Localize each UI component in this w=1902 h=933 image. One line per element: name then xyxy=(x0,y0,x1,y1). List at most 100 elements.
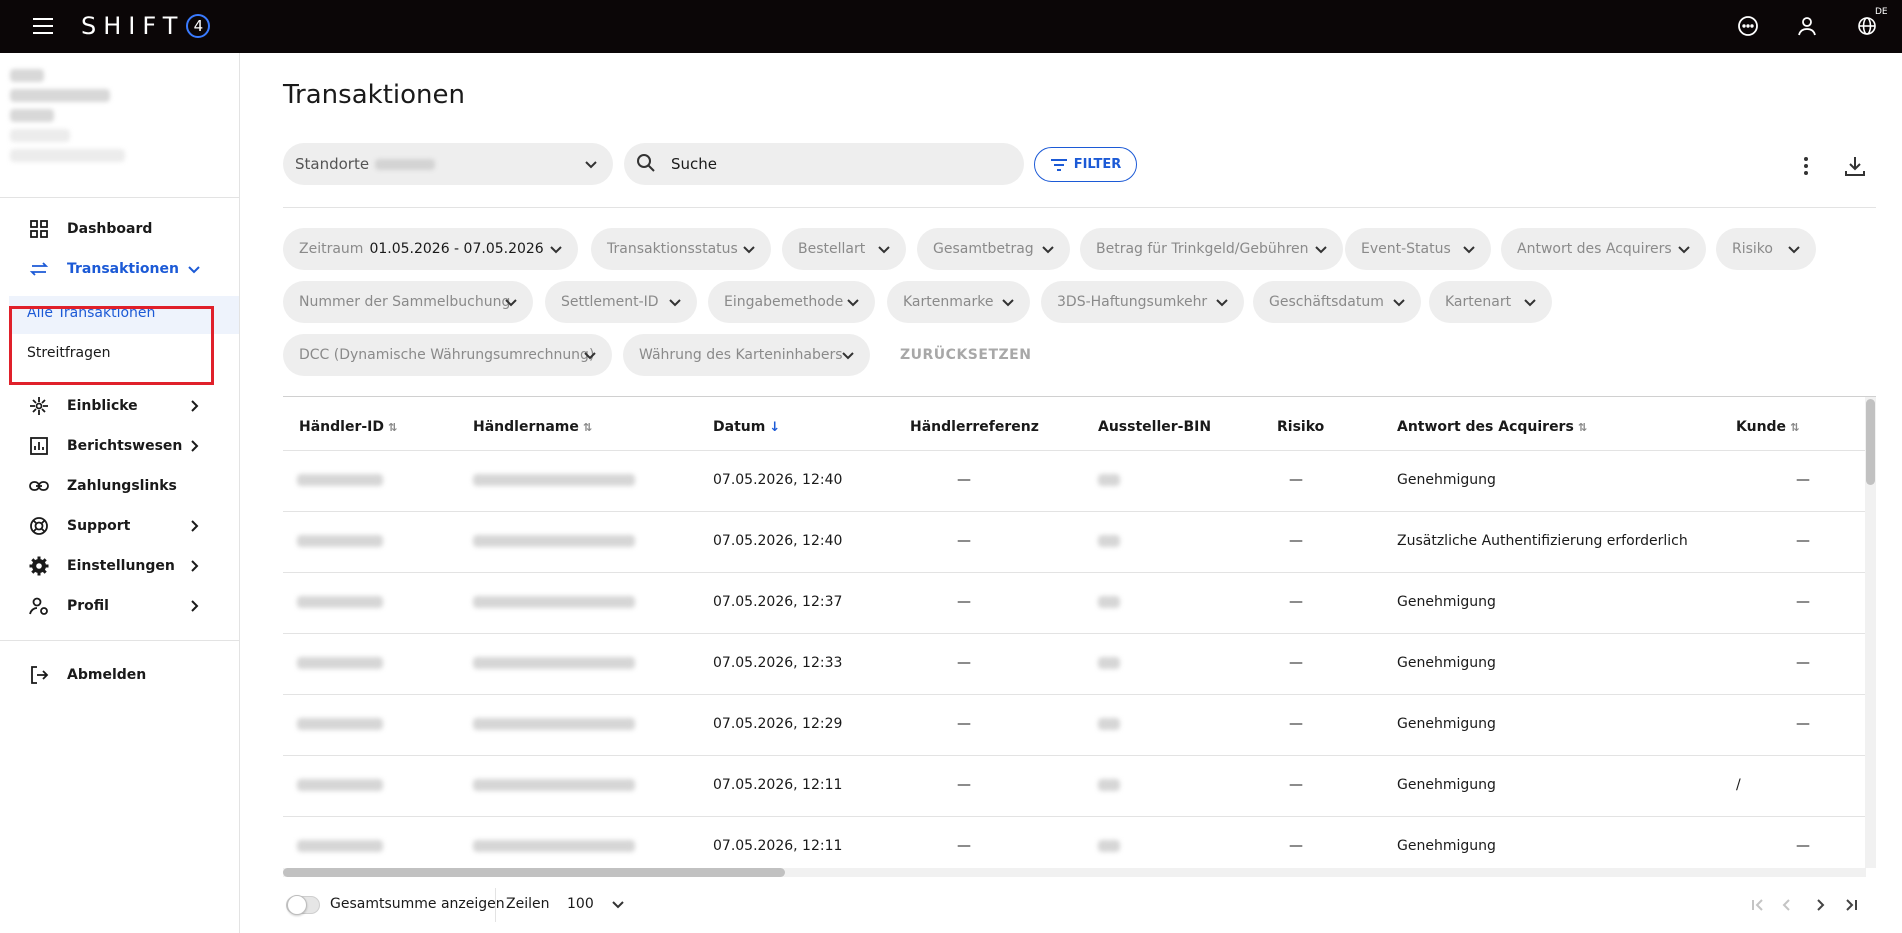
column-header-haendlername[interactable]: Händlername ⇅ xyxy=(473,419,592,435)
logo[interactable]: SHIFT 4 xyxy=(81,12,211,40)
cell-kunde: — xyxy=(1796,655,1810,671)
cell-kunde: / xyxy=(1736,777,1741,793)
scrollbar-thumb[interactable] xyxy=(1866,399,1875,485)
cell-antwort: Genehmigung xyxy=(1397,777,1496,793)
merchant-id-redacted xyxy=(297,657,383,669)
chip-label: Bestellart xyxy=(798,241,866,257)
cell-risiko: — xyxy=(1289,533,1303,549)
menu-icon[interactable] xyxy=(33,18,53,34)
sidebar-item-zahlungslinks[interactable]: Zahlungslinks xyxy=(0,466,240,506)
bin-redacted xyxy=(1098,840,1120,852)
sidebar-item-einstellungen[interactable]: Einstellungen xyxy=(0,546,240,586)
chip-bestellart[interactable]: Bestellart xyxy=(782,228,906,270)
cell-risiko: — xyxy=(1289,472,1303,488)
chip-geschaeftsdatum[interactable]: Geschäftsdatum xyxy=(1253,281,1421,323)
logo-text: SHIFT xyxy=(81,12,185,40)
column-header-antwort-acquirers[interactable]: Antwort des Acquirers ⇅ xyxy=(1397,419,1587,435)
sidebar-item-einblicke[interactable]: Einblicke xyxy=(0,386,240,426)
chip-eingabemethode[interactable]: Eingabemethode xyxy=(708,281,875,323)
next-page-icon[interactable] xyxy=(1811,896,1829,914)
chip-event-status[interactable]: Event-Status xyxy=(1345,228,1491,270)
chevron-down-icon xyxy=(845,294,861,310)
chip-sammelbuchung[interactable]: Nummer der Sammelbuchung xyxy=(283,281,533,323)
globe-icon[interactable] xyxy=(1855,14,1879,38)
search-field[interactable] xyxy=(624,143,1024,185)
divider xyxy=(495,888,496,922)
table-row[interactable]: 07.05.2026, 12:11 — — Genehmigung / xyxy=(283,755,1866,816)
location-select[interactable]: Standorte xyxy=(283,143,613,185)
table-row[interactable]: 07.05.2026, 12:29 — — Genehmigung — xyxy=(283,694,1866,755)
sidebar-item-berichtswesen[interactable]: Berichtswesen xyxy=(0,426,240,466)
chevron-right-icon xyxy=(186,438,202,454)
chevron-right-icon xyxy=(186,518,202,534)
first-page-icon[interactable] xyxy=(1749,896,1767,914)
table-row[interactable]: 07.05.2026, 12:33 — — Genehmigung — xyxy=(283,633,1866,694)
vertical-scrollbar[interactable] xyxy=(1865,397,1876,868)
merchant-name-redacted xyxy=(473,474,635,486)
chip-zeitraum[interactable]: Zeitraum 01.05.2026 - 07.05.2026 xyxy=(283,228,578,270)
chip-label: Settlement-ID xyxy=(561,294,659,310)
table-row[interactable]: 07.05.2026, 12:40 — — Zusätzliche Authen… xyxy=(283,511,1866,572)
search-input[interactable] xyxy=(669,153,999,175)
filter-button[interactable]: FILTER xyxy=(1034,147,1137,182)
chip-antwort-acquirers[interactable]: Antwort des Acquirers xyxy=(1501,228,1706,270)
chevron-down-icon xyxy=(583,156,599,172)
chip-kartenart[interactable]: Kartenart xyxy=(1429,281,1552,323)
sidebar-item-label: Zahlungslinks xyxy=(67,478,177,494)
chip-gesamtbetrag[interactable]: Gesamtbetrag xyxy=(917,228,1070,270)
logo-number: 4 xyxy=(186,14,211,38)
chip-waehrung-karteninhaber[interactable]: Währung des Karteninhabers xyxy=(623,334,870,376)
previous-page-icon[interactable] xyxy=(1778,896,1796,914)
cell-kunde: — xyxy=(1796,594,1810,610)
chat-icon[interactable] xyxy=(1736,14,1760,38)
merchant-id-redacted xyxy=(297,718,383,730)
rows-per-page-select[interactable]: 100 xyxy=(567,896,626,912)
table-row[interactable]: 07.05.2026, 12:40 — — Genehmigung — xyxy=(283,450,1866,511)
chip-label: Kartenmarke xyxy=(903,294,994,310)
column-header-label: Risiko xyxy=(1277,419,1325,435)
column-header-haendlerreferenz[interactable]: Händlerreferenz xyxy=(910,419,1039,435)
transfer-arrows-icon xyxy=(28,258,50,280)
merchant-name-redacted xyxy=(473,596,635,608)
chip-transaktionsstatus[interactable]: Transaktionsstatus xyxy=(591,228,771,270)
column-header-aussteller-bin[interactable]: Aussteller-BIN xyxy=(1098,419,1211,435)
chevron-down-icon xyxy=(1313,241,1329,257)
reset-button[interactable]: ZURÜCKSETZEN xyxy=(900,347,1031,363)
download-icon[interactable] xyxy=(1843,154,1867,178)
last-page-icon[interactable] xyxy=(1842,896,1860,914)
user-icon[interactable] xyxy=(1795,14,1819,38)
cell-datum: 07.05.2026, 12:37 xyxy=(713,594,843,610)
sidebar-item-dashboard[interactable]: Dashboard xyxy=(0,209,240,249)
more-options-icon[interactable] xyxy=(1797,155,1815,177)
sidebar-item-label: Einstellungen xyxy=(67,558,175,574)
column-header-haendler-id[interactable]: Händler-ID ⇅ xyxy=(299,419,397,435)
horizontal-scrollbar[interactable] xyxy=(283,868,1866,877)
sidebar-item-support[interactable]: Support xyxy=(0,506,240,546)
sidebar-item-label: Einblicke xyxy=(67,398,138,414)
link-icon xyxy=(28,475,50,497)
column-header-risiko[interactable]: Risiko xyxy=(1277,419,1324,435)
sidebar-item-transaktionen[interactable]: Transaktionen xyxy=(0,249,240,289)
sidebar-item-profil[interactable]: Profil xyxy=(0,586,240,626)
chevron-down-icon xyxy=(1040,241,1056,257)
column-header-label: Kunde xyxy=(1736,419,1787,435)
page-title: Transaktionen xyxy=(283,80,465,110)
column-header-kunde[interactable]: Kunde ⇅ xyxy=(1736,419,1799,435)
table-row[interactable]: 07.05.2026, 12:37 — — Genehmigung — xyxy=(283,572,1866,633)
column-header-datum[interactable]: Datum ↓ xyxy=(713,419,780,435)
chip-betrag-trinkgeld[interactable]: Betrag für Trinkgeld/Gebühren xyxy=(1080,228,1343,270)
table-row[interactable]: 07.05.2026, 12:11 — — Genehmigung — xyxy=(283,816,1866,868)
chip-risiko[interactable]: Risiko xyxy=(1716,228,1816,270)
scrollbar-thumb[interactable] xyxy=(283,868,785,877)
chip-3ds-haftungsumkehr[interactable]: 3DS-Haftungsumkehr xyxy=(1041,281,1244,323)
chip-settlement-id[interactable]: Settlement-ID xyxy=(545,281,697,323)
bin-redacted xyxy=(1098,535,1120,547)
chip-dcc[interactable]: DCC (Dynamische Währungsumrechnung) xyxy=(283,334,612,376)
total-toggle[interactable] xyxy=(286,895,320,915)
cell-antwort: Genehmigung xyxy=(1397,655,1496,671)
merchant-id-redacted xyxy=(297,840,383,852)
chip-kartenmarke[interactable]: Kartenmarke xyxy=(887,281,1030,323)
cell-kunde: — xyxy=(1796,716,1810,732)
sidebar-item-abmelden[interactable]: Abmelden xyxy=(0,655,240,695)
chevron-right-icon xyxy=(186,398,202,414)
